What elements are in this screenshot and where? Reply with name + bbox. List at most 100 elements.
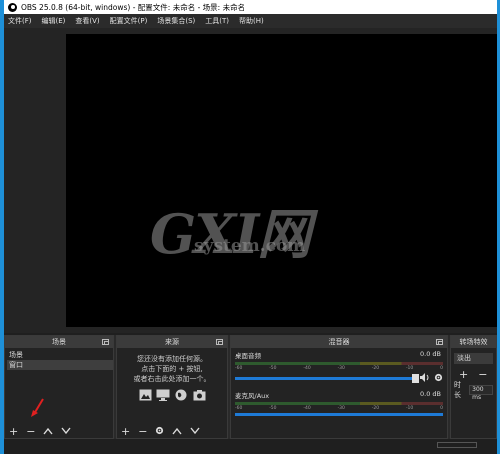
mixer-track-desktop: 桌面音频 0.0 dB -60 -50 -40 -30 -20 -10 0 (231, 348, 447, 388)
obs-logo-icon (8, 2, 17, 12)
remove-source-button[interactable]: − (138, 425, 147, 438)
scale-tick: -30 (337, 406, 345, 411)
remove-scene-button[interactable]: − (26, 425, 35, 438)
volume-slider[interactable] (235, 413, 443, 416)
menu-bar: 文件(F) 编辑(E) 查看(V) 配置文件(P) 场景集合(S) 工具(T) … (4, 14, 497, 28)
scale-tick: -50 (269, 366, 277, 371)
display-source-icon (156, 389, 170, 401)
transitions-header: 转场特效 (451, 336, 496, 348)
scenes-header: 场景 (5, 336, 113, 348)
duration-input[interactable]: 300 ms (469, 385, 493, 401)
transitions-title: 转场特效 (459, 338, 488, 346)
mixer-track-mic: 麦克风/Aux 0.0 dB -60 -50 -40 -30 -20 -10 0 (231, 388, 447, 428)
volume-slider[interactable] (235, 374, 419, 383)
camera-source-icon (192, 389, 206, 401)
remove-transition-button[interactable]: − (478, 368, 487, 381)
menu-file[interactable]: 文件(F) (8, 16, 32, 26)
sources-title: 来源 (165, 338, 179, 346)
track-level: 0.0 dB (420, 350, 441, 358)
chevron-up-icon (172, 427, 182, 434)
title-bar: OBS 25.0.8 (64-bit, windows) - 配置文件: 未命名… (4, 0, 497, 14)
gear-icon (156, 426, 164, 434)
volume-handle[interactable] (412, 374, 419, 383)
transition-select[interactable]: 淡出 (454, 352, 493, 364)
duration-row: 时长 300 ms (451, 381, 496, 401)
duration-label: 时长 (454, 381, 461, 399)
scale-tick: -40 (303, 366, 311, 371)
move-scene-up-button[interactable] (43, 425, 53, 438)
scale-tick: -40 (303, 406, 311, 411)
transition-row: 淡出 (451, 352, 496, 364)
chevron-down-icon (61, 427, 71, 434)
menu-scene-collection[interactable]: 场景集合(S) (157, 16, 195, 26)
scene-list: 场景 窗口 (5, 348, 113, 370)
chevron-down-icon (190, 427, 200, 434)
sources-header: 来源 (117, 336, 227, 348)
watermark-site: system.com (194, 236, 306, 256)
transitions-dock: 转场特效 淡出 + − 时长 300 ms (450, 335, 497, 439)
add-scene-button[interactable]: + (9, 425, 18, 438)
window-title: OBS 25.0.8 (64-bit, windows) - 配置文件: 未命名… (21, 2, 246, 12)
image-source-icon (138, 389, 152, 401)
hint-line: 点击下面的 + 按钮, (141, 365, 203, 373)
preview-area (4, 28, 497, 333)
menu-edit[interactable]: 编辑(E) (42, 16, 66, 26)
watermark-logo: GXI网 (150, 202, 311, 266)
undock-icon[interactable] (436, 339, 443, 345)
hint-line: 或者右击此处添加一个。 (133, 375, 211, 383)
audio-meter (235, 362, 443, 365)
source-settings-button[interactable] (155, 425, 164, 438)
scenes-dock: 场景 场景 窗口 + − (4, 335, 114, 439)
move-source-up-button[interactable] (172, 425, 182, 438)
undock-icon[interactable] (102, 339, 109, 345)
track-name: 麦克风/Aux (235, 392, 270, 400)
track-controls (235, 413, 443, 416)
move-source-down-button[interactable] (190, 425, 200, 438)
scene-item-selected[interactable]: 窗口 (7, 360, 113, 370)
menu-tools[interactable]: 工具(T) (205, 16, 229, 26)
scale-tick: -50 (269, 406, 277, 411)
track-level: 0.0 dB (420, 390, 441, 398)
scene-item[interactable]: 场景 (7, 350, 113, 360)
annotation-arrow-icon (31, 398, 44, 417)
sources-empty-hint[interactable]: 您还没有添加任何源。 点击下面的 + 按钮, 或者右击此处添加一个。 (117, 348, 227, 401)
resize-handle[interactable] (437, 442, 477, 448)
mixer-header: 混音器 (231, 336, 447, 348)
track-settings-button[interactable] (434, 373, 443, 384)
hint-line: 您还没有添加任何源。 (137, 355, 207, 363)
preview-canvas[interactable] (66, 34, 497, 327)
mute-button[interactable] (420, 373, 431, 384)
add-transition-button[interactable]: + (459, 368, 468, 381)
meter-scale: -60 -50 -40 -30 -20 -10 0 (235, 406, 443, 411)
sources-dock: 来源 您还没有添加任何源。 点击下面的 + 按钮, 或者右击此处添加一个。 + … (116, 335, 228, 439)
gear-icon (434, 373, 443, 382)
track-controls (235, 373, 443, 384)
track-name: 桌面音频 (235, 352, 261, 360)
scale-tick: -20 (371, 406, 380, 411)
scenes-title: 场景 (52, 338, 66, 346)
scale-tick: 0 (440, 406, 443, 411)
scale-tick: -20 (371, 366, 380, 371)
browser-source-icon (174, 389, 188, 401)
source-type-icons (117, 389, 227, 401)
scale-tick: -30 (337, 366, 345, 371)
undock-icon[interactable] (216, 339, 223, 345)
scale-tick: -10 (405, 406, 414, 411)
add-source-button[interactable]: + (121, 425, 130, 438)
mixer-dock: 混音器 桌面音频 0.0 dB -60 -50 -40 -30 -20 -10 … (230, 335, 448, 439)
sources-toolbar: + − (117, 424, 227, 438)
menu-view[interactable]: 查看(V) (75, 16, 99, 26)
scale-tick: -60 (235, 366, 243, 371)
chevron-up-icon (43, 427, 53, 434)
transition-buttons: + − (451, 368, 496, 381)
audio-meter (235, 402, 443, 405)
status-bar (4, 439, 497, 454)
menu-help[interactable]: 帮助(H) (239, 16, 264, 26)
move-scene-down-button[interactable] (61, 425, 71, 438)
speaker-icon (420, 373, 429, 382)
scale-tick: -10 (405, 366, 414, 371)
scale-tick: 0 (440, 366, 443, 371)
dock-area: 场景 场景 窗口 + − 来源 您还没有添加任何源。 点击下面的 + 按钮, 或… (4, 335, 497, 439)
scale-tick: -60 (235, 406, 243, 411)
menu-profile[interactable]: 配置文件(P) (110, 16, 148, 26)
